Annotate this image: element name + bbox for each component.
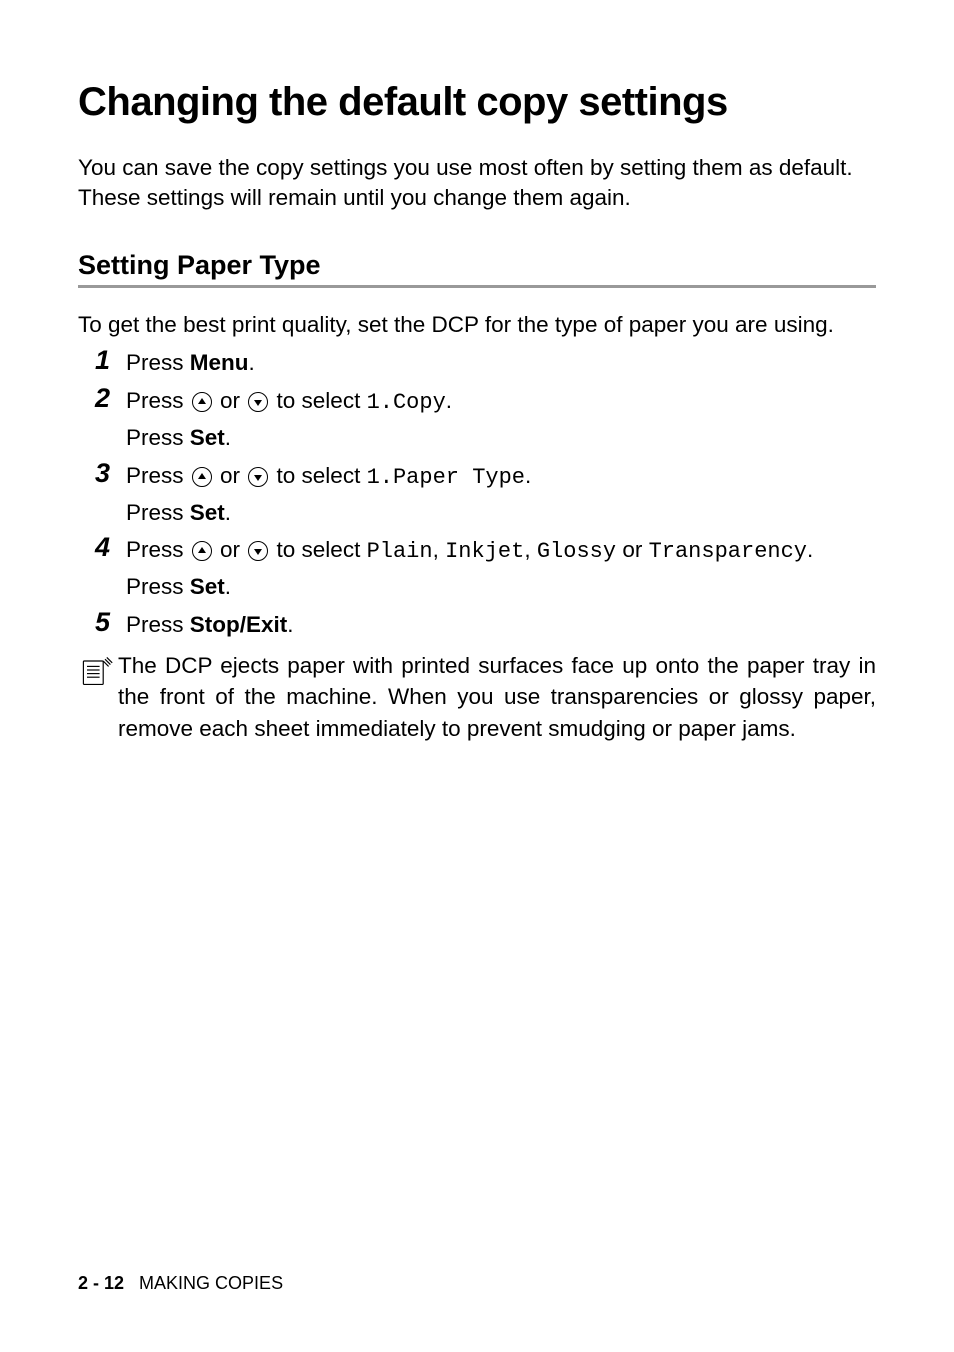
step-text: or <box>616 537 649 562</box>
step-number: 3 <box>78 457 110 489</box>
menu-option: Transparency <box>649 539 807 564</box>
menu-label: Menu <box>190 350 249 375</box>
page-number: 2 - 12 <box>78 1273 124 1293</box>
note-icon <box>78 650 118 693</box>
section-heading: Setting Paper Type <box>78 250 876 288</box>
up-arrow-icon <box>192 541 212 561</box>
step-text: Press <box>126 350 190 375</box>
set-label: Set <box>190 574 225 599</box>
note-text: The DCP ejects paper with printed surfac… <box>118 650 876 745</box>
step-text: or <box>214 463 247 488</box>
menu-option: 1.Paper Type <box>367 465 525 490</box>
step-text: Press <box>126 537 190 562</box>
step-text: Press <box>126 388 190 413</box>
step-text: . <box>225 574 231 599</box>
step-text: . <box>287 612 293 637</box>
step-item: 4 Press or to select Plain, Inkjet, Glos… <box>78 531 876 604</box>
down-arrow-icon <box>248 467 268 487</box>
step-text: Press <box>126 500 190 525</box>
step-text: to select <box>270 537 366 562</box>
menu-option: Inkjet <box>445 539 524 564</box>
step-text: Press <box>126 574 190 599</box>
step-text: . <box>807 537 813 562</box>
step-text: to select <box>270 463 366 488</box>
step-body: Press or to select 1.Paper Type. Press S… <box>126 457 876 530</box>
step-text: . <box>249 350 255 375</box>
page-title: Changing the default copy settings <box>78 80 876 125</box>
step-text: . <box>225 425 231 450</box>
set-label: Set <box>190 500 225 525</box>
footer-section: MAKING COPIES <box>139 1273 283 1293</box>
step-text: , <box>524 537 537 562</box>
stop-exit-label: Stop/Exit <box>190 612 288 637</box>
step-body: Press or to select 1.Copy. Press Set. <box>126 382 876 455</box>
step-item: 2 Press or to select 1.Copy. Press Set. <box>78 382 876 455</box>
step-body: Press Stop/Exit. <box>126 606 876 642</box>
menu-option: 1.Copy <box>367 390 446 415</box>
step-text: . <box>225 500 231 525</box>
menu-option: Glossy <box>537 539 616 564</box>
step-text: to select <box>270 388 366 413</box>
intro-text: You can save the copy settings you use m… <box>78 153 876 214</box>
step-text: . <box>446 388 452 413</box>
step-body: Press or to select Plain, Inkjet, Glossy… <box>126 531 876 604</box>
step-number: 2 <box>78 382 110 414</box>
step-item: 3 Press or to select 1.Paper Type. Press… <box>78 457 876 530</box>
page-footer: 2 - 12 MAKING COPIES <box>78 1273 283 1294</box>
up-arrow-icon <box>192 467 212 487</box>
step-text: or <box>214 537 247 562</box>
set-label: Set <box>190 425 225 450</box>
step-text: . <box>525 463 531 488</box>
step-number: 4 <box>78 531 110 563</box>
step-item: 1 Press Menu. <box>78 344 876 380</box>
step-number: 5 <box>78 606 110 638</box>
step-item: 5 Press Stop/Exit. <box>78 606 876 642</box>
step-number: 1 <box>78 344 110 376</box>
step-text: or <box>214 388 247 413</box>
note-block: The DCP ejects paper with printed surfac… <box>78 650 876 745</box>
section-intro: To get the best print quality, set the D… <box>78 310 876 340</box>
down-arrow-icon <box>248 392 268 412</box>
step-text: Press <box>126 463 190 488</box>
up-arrow-icon <box>192 392 212 412</box>
step-text: Press <box>126 425 190 450</box>
step-text: , <box>433 537 446 562</box>
menu-option: Plain <box>367 539 433 564</box>
step-body: Press Menu. <box>126 344 876 380</box>
steps-list: 1 Press Menu. 2 Press or to select 1.Cop… <box>78 344 876 642</box>
down-arrow-icon <box>248 541 268 561</box>
step-text: Press <box>126 612 190 637</box>
